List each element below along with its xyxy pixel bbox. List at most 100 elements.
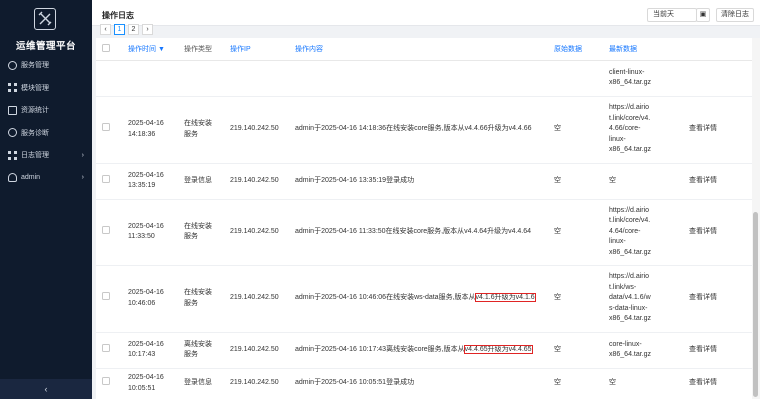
header: 操作日志 当前天 ▣ 清除日志 xyxy=(92,0,760,26)
table-row[interactable]: 2025-04-16 11:33:50 在线安装 服务 219.140.242.50… xyxy=(96,199,752,266)
sidebar-item-label: 日志管理 xyxy=(21,152,49,160)
column-header-type: 操作类型 xyxy=(178,38,224,61)
sidebar-item-resource-statistics[interactable]: 资源统计 xyxy=(0,99,92,122)
cell-original: 空 xyxy=(548,96,603,164)
cell-actions xyxy=(677,60,752,97)
row-checkbox[interactable] xyxy=(96,265,122,333)
calendar-icon[interactable]: ▣ xyxy=(696,8,710,22)
view-details-button[interactable]: 查看详情 xyxy=(683,343,723,358)
sidebar-collapse-button[interactable]: ‹ xyxy=(0,379,92,399)
select-all-checkbox[interactable] xyxy=(96,38,122,61)
view-details-button[interactable]: 查看详情 xyxy=(683,174,723,189)
cell-latest: 空 xyxy=(603,368,677,399)
row-checkbox[interactable] xyxy=(96,368,122,399)
cell-type: 登录信息 xyxy=(178,368,224,399)
sidebar-item-service-diagnosis[interactable]: 服务诊断 xyxy=(0,122,92,145)
date-filter-select[interactable]: 当前天 xyxy=(647,8,697,22)
page-button-1[interactable]: 1 xyxy=(114,24,125,35)
view-details-button[interactable]: 查看详情 xyxy=(683,376,723,391)
cell-original xyxy=(548,60,603,97)
cell-content: admin于2025-04-16 11:33:50在线安装core服务,版本从v… xyxy=(289,199,548,266)
logo-icon xyxy=(34,8,56,30)
chevron-right-icon: › xyxy=(81,174,84,182)
cell-latest: https://d.airio t.link/ws- data/v4.1.6/w… xyxy=(603,265,677,333)
table-row[interactable]: 2025-04-16 13:35:19 登录信息 219.140.242.50 adm… xyxy=(96,163,752,200)
table-row[interactable]: 2025-04-16 10:05:51 登录信息 219.140.242.50 adm… xyxy=(96,368,752,399)
content-text: admin于2025-04-16 10:17:43离线安装core服务,版本从 xyxy=(295,345,465,353)
table-row[interactable]: 2025-04-16 10:17:43 离线安装 服务 219.140.242.50… xyxy=(96,332,752,369)
page-button-2[interactable]: 2 xyxy=(128,24,139,35)
cell-time: 2025-04-16 14:18:36 xyxy=(122,96,178,164)
chevron-right-icon: › xyxy=(81,151,84,159)
user-icon xyxy=(8,173,17,183)
cell-time: 2025-04-16 13:35:19 xyxy=(122,163,178,200)
cell-content: admin于2025-04-16 13:35:19登录成功 xyxy=(289,163,548,200)
prev-page-button[interactable]: ‹ xyxy=(100,24,111,35)
column-header-ip: 操作IP xyxy=(224,38,289,61)
cell-ip: 219.140.242.50 xyxy=(224,265,289,333)
pagination: ‹ 1 2 › xyxy=(100,24,153,35)
view-details-button[interactable]: 查看详情 xyxy=(683,291,723,306)
cell-original: 空 xyxy=(548,368,603,399)
grid-icon xyxy=(8,150,17,160)
row-checkbox[interactable] xyxy=(96,332,122,369)
cell-content xyxy=(289,60,548,97)
box-icon xyxy=(8,105,17,115)
cell-ip: 219.140.242.50 xyxy=(224,163,289,200)
cell-type: 在线安装 服务 xyxy=(178,199,224,266)
log-table: 操作时间 ▼ 操作类型 操作IP 操作内容 原始数据 最新数据 client-l… xyxy=(96,38,752,399)
sidebar-item-label: 服务诊断 xyxy=(21,129,49,137)
cell-time: 2025-04-16 11:33:50 xyxy=(122,199,178,266)
cell-content: admin于2025-04-16 10:17:43离线安装core服务,版本从v… xyxy=(289,332,548,369)
sidebar-nav: 服务管理 模块管理 资源统计 服务诊断 日志管理 › admin › xyxy=(0,54,92,189)
app-title: 运维管理平台 xyxy=(15,41,76,52)
row-checkbox[interactable] xyxy=(96,199,122,266)
sidebar-item-admin[interactable]: admin › xyxy=(0,167,92,190)
table-row[interactable]: 2025-04-16 14:18:36 在线安装 服务 219.140.242.50… xyxy=(96,96,752,164)
cell-content: admin于2025-04-16 14:18:36在线安装core服务,版本从v… xyxy=(289,96,548,164)
view-details-button[interactable] xyxy=(683,75,695,79)
page-title: 操作日志 xyxy=(102,11,134,20)
sidebar-item-label: admin xyxy=(21,174,41,182)
sidebar-item-module-management[interactable]: 模块管理 xyxy=(0,77,92,100)
cell-latest: https://d.airio t.link/core/v4. 4.66/cor… xyxy=(603,96,677,164)
cell-ip: 219.140.242.50 xyxy=(224,368,289,399)
column-header-time[interactable]: 操作时间 ▼ xyxy=(122,38,178,61)
sidebar-item-service-management[interactable]: 服务管理 xyxy=(0,54,92,77)
column-header-actions xyxy=(677,38,752,61)
sidebar-item-label: 服务管理 xyxy=(21,62,49,70)
view-details-button[interactable]: 查看详情 xyxy=(683,225,723,240)
cell-actions: 查看详情 xyxy=(677,332,752,369)
cell-ip: 219.140.242.50 xyxy=(224,199,289,266)
table-row[interactable]: client-linux- x86_64.tar.gz xyxy=(96,60,752,97)
clear-log-button[interactable]: 清除日志 xyxy=(716,8,754,22)
highlighted-version-text: v4.1.6升级为v4.1.6 xyxy=(474,293,536,303)
row-checkbox[interactable] xyxy=(96,60,122,97)
column-header-latest: 最新数据 xyxy=(603,38,677,61)
cell-latest: core-linux- x86_64.tar.gz xyxy=(603,332,677,369)
chevron-left-icon: ‹ xyxy=(44,384,48,394)
cell-original: 空 xyxy=(548,265,603,333)
cell-latest: 空 xyxy=(603,163,677,200)
sidebar-item-label: 模块管理 xyxy=(21,84,49,92)
cell-time: 2025-04-16 10:05:51 xyxy=(122,368,178,399)
cell-time: 2025-04-16 10:17:43 xyxy=(122,332,178,369)
cell-content: admin于2025-04-16 10:46:06在线安装ws-data服务,版… xyxy=(289,265,548,333)
sidebar-item-label: 资源统计 xyxy=(21,107,49,115)
column-header-original: 原始数据 xyxy=(548,38,603,61)
column-header-content: 操作内容 xyxy=(289,38,548,61)
table-header-row: 操作时间 ▼ 操作类型 操作IP 操作内容 原始数据 最新数据 xyxy=(96,38,752,61)
row-checkbox[interactable] xyxy=(96,96,122,164)
cell-type: 登录信息 xyxy=(178,163,224,200)
cell-type: 离线安装 服务 xyxy=(178,332,224,369)
row-checkbox[interactable] xyxy=(96,163,122,200)
cell-actions: 查看详情 xyxy=(677,199,752,266)
scrollbar-thumb[interactable] xyxy=(753,212,758,397)
view-details-button[interactable]: 查看详情 xyxy=(683,122,723,137)
cell-time xyxy=(122,60,178,97)
content-text: admin于2025-04-16 10:46:06在线安装ws-data服务,版… xyxy=(295,294,476,302)
next-page-button[interactable]: › xyxy=(142,24,153,35)
table-row[interactable]: 2025-04-16 10:46:06 在线安装 服务 219.140.242.50… xyxy=(96,265,752,333)
cell-type xyxy=(178,60,224,97)
sidebar-item-log-management[interactable]: 日志管理 › xyxy=(0,144,92,167)
